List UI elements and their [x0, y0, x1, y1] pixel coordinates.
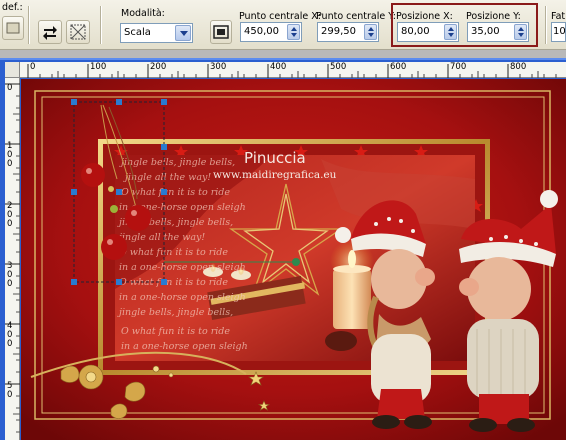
- ruler-top-label: 300: [210, 62, 227, 72]
- center-y-value: 299,50: [321, 26, 356, 37]
- preset-button[interactable]: [2, 16, 24, 40]
- candle-flame: [348, 250, 356, 268]
- preset-icon: [6, 22, 20, 34]
- position-y-spinner[interactable]: [514, 24, 527, 40]
- ruler-left-label: 5 0: [7, 381, 13, 400]
- resize-handle[interactable]: [161, 144, 167, 150]
- image-canvas[interactable]: jingle bells, jingle bells, jingle all t…: [21, 79, 566, 440]
- show-grid-button[interactable]: [210, 20, 232, 44]
- signature-text: Pinuccia: [244, 149, 306, 167]
- bauble-middle: [125, 205, 151, 231]
- pillar-candle: [333, 269, 371, 329]
- ruler-left-label: 1 0 0: [7, 141, 13, 169]
- extra-input[interactable]: 10: [551, 22, 566, 42]
- extra-value: 10: [553, 26, 566, 37]
- position-x-spinner[interactable]: [444, 24, 457, 40]
- position-y-value: 35,00: [471, 26, 500, 37]
- center-x-input[interactable]: 450,00: [240, 22, 302, 42]
- website-text: www.maidiregrafica.eu: [213, 169, 337, 181]
- poem-line: O what fun it is to ride: [121, 187, 230, 198]
- tool-options-toolbar: def.: Modalità: Scala Punto centrale X: …: [0, 0, 566, 50]
- resize-handle[interactable]: [116, 99, 122, 105]
- poem-footer-line: O what fun it is to ride: [121, 326, 230, 337]
- poem-line: in a one-horse open sleigh: [119, 262, 246, 273]
- center-y-label: Punto centrale Y:: [316, 11, 396, 22]
- position-y-input[interactable]: 35,00: [467, 22, 529, 42]
- chevron-down-icon[interactable]: [175, 25, 191, 41]
- poem-line: jingle all the way!: [123, 172, 211, 183]
- ruler-top-label: 600: [390, 62, 407, 72]
- resize-handle[interactable]: [116, 279, 122, 285]
- resize-handle[interactable]: [161, 99, 167, 105]
- poem-footer-line: in a one-horse open sleigh: [121, 341, 248, 352]
- ruler-top-label: 800: [510, 62, 527, 72]
- position-y-label: Posizione Y:: [466, 11, 521, 22]
- resize-handle[interactable]: [71, 99, 77, 105]
- ruler-top-label: 0: [30, 62, 36, 72]
- center-y-input[interactable]: 299,50: [317, 22, 379, 42]
- center-pivot-handle[interactable]: [116, 189, 122, 195]
- ruler-left-label: 0: [7, 83, 13, 93]
- ruler-left-label: 3 0 0: [7, 261, 13, 289]
- vertical-ruler: 0 1 0 0 2 0 0 3 0 0 4 0 0 5 0: [5, 78, 20, 440]
- position-x-value: 80,00: [401, 26, 430, 37]
- extra-label: Fat: [551, 11, 566, 22]
- resize-handle[interactable]: [71, 189, 77, 195]
- center-x-spinner[interactable]: [287, 24, 300, 40]
- ruler-top-label: 200: [150, 62, 167, 72]
- ruler-top-label: 500: [330, 62, 347, 72]
- grid-transform-icon: [70, 24, 86, 40]
- pine-cone: [325, 331, 357, 351]
- ruler-left-label: 2 0 0: [7, 201, 13, 229]
- position-x-label: Posizione X:: [396, 11, 453, 22]
- center-x-value: 450,00: [244, 26, 279, 37]
- bauble-bottom: [101, 234, 127, 260]
- mode-select[interactable]: Scala: [120, 23, 193, 43]
- poem-line: in a one-horse open sleigh: [119, 292, 246, 303]
- resize-handle[interactable]: [161, 189, 167, 195]
- horizontal-ruler: 0 100 200 300 400 500 600 700 800: [20, 62, 566, 78]
- mode-select-value: Scala: [124, 27, 151, 38]
- mode-label: Modalità:: [121, 8, 165, 19]
- reset-button[interactable]: [38, 20, 62, 44]
- ruler-left-label: 4 0 0: [7, 321, 13, 349]
- position-x-input[interactable]: 80,00: [397, 22, 459, 42]
- bauble-top: [81, 163, 105, 187]
- poem-line: O what fun it is to ride: [119, 277, 228, 288]
- poem-line: jingle bells, jingle bells,: [119, 157, 235, 168]
- poem-line: jingle all the way!: [117, 232, 205, 243]
- preset-label: def.:: [2, 2, 23, 13]
- transform-grid-button[interactable]: [66, 20, 90, 44]
- ruler-top-label: 400: [270, 62, 287, 72]
- resize-handle[interactable]: [71, 279, 77, 285]
- film-frame-icon: [213, 25, 229, 39]
- ruler-corner: [5, 62, 20, 78]
- rotation-handle[interactable]: [292, 258, 300, 266]
- ruler-top-label: 700: [450, 62, 467, 72]
- resize-handle[interactable]: [161, 279, 167, 285]
- center-x-label: Punto centrale X:: [239, 11, 321, 22]
- reset-arrows-icon: [43, 26, 57, 40]
- center-y-spinner[interactable]: [364, 24, 377, 40]
- ruler-top-label: 100: [90, 62, 107, 72]
- poem-line: O what fun it is to ride: [119, 247, 228, 258]
- christmas-artwork: jingle bells, jingle bells, jingle all t…: [21, 79, 566, 440]
- poem-line: jingle bells, jingle bells,: [117, 307, 233, 318]
